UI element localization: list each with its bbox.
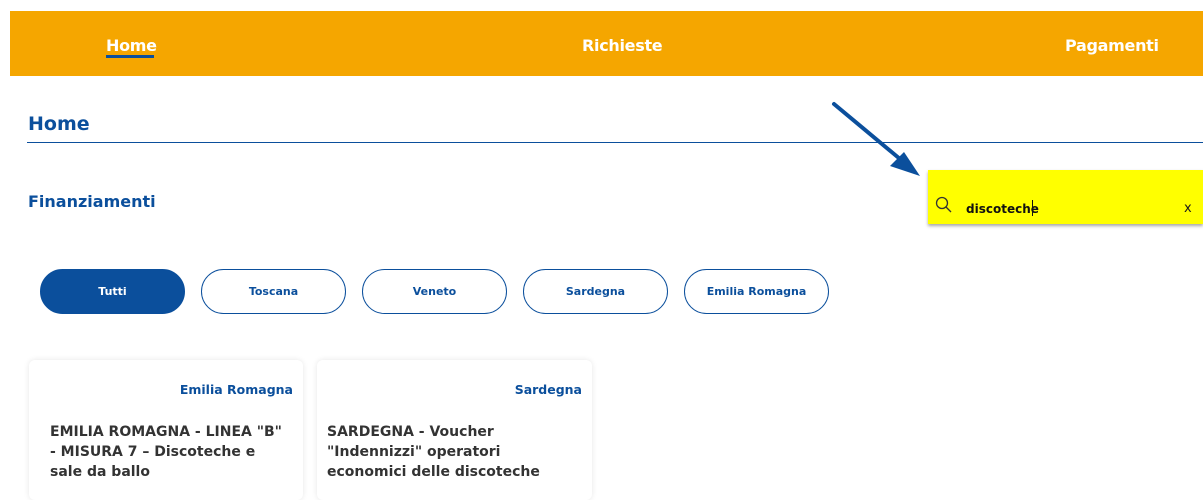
filter-chip-toscana[interactable]: Toscana [201,269,346,314]
nav-home[interactable]: Home [106,36,157,55]
filter-chip-veneto[interactable]: Veneto [362,269,507,314]
card-title-line: - MISURA 7 – Discoteche e [50,444,256,460]
top-navbar: Home Richieste Pagamenti [10,11,1203,76]
text-caret [1032,200,1033,216]
funding-card[interactable]: Sardegna SARDEGNA - Voucher "Indennizzi"… [317,360,592,500]
filter-chip-sardegna[interactable]: Sardegna [523,269,668,314]
filter-chip-emilia-romagna[interactable]: Emilia Romagna [684,269,829,314]
card-region-label: Emilia Romagna [179,382,293,397]
card-region-label: Sardegna [514,382,582,397]
search-input[interactable] [966,200,1166,218]
page-title: Home [28,113,90,135]
funding-card[interactable]: Emilia Romagna EMILIA ROMAGNA - LINEA "B… [29,360,303,500]
card-title: SARDEGNA - Voucher "Indennizzi" operator… [327,422,540,482]
clear-search-button[interactable]: x [1184,201,1192,216]
search-box: x [928,170,1203,224]
section-title: Finanziamenti [28,192,156,211]
card-title-line: economici delle discoteche [327,464,540,480]
card-title-line: sale da ballo [50,464,150,480]
card-title-line: "Indennizzi" operatori [327,444,501,460]
search-icon [935,196,952,213]
nav-pagamenti[interactable]: Pagamenti [1065,36,1159,55]
active-nav-underline [106,55,154,58]
card-title-line: EMILIA ROMAGNA - LINEA "B" [50,424,282,440]
nav-richieste[interactable]: Richieste [582,36,663,55]
card-title: EMILIA ROMAGNA - LINEA "B" - MISURA 7 – … [50,422,282,482]
pointer-arrow-icon [832,102,920,176]
filter-chip-tutti[interactable]: Tutti [40,269,185,314]
card-title-line: SARDEGNA - Voucher [327,424,494,440]
title-divider [27,142,1203,143]
